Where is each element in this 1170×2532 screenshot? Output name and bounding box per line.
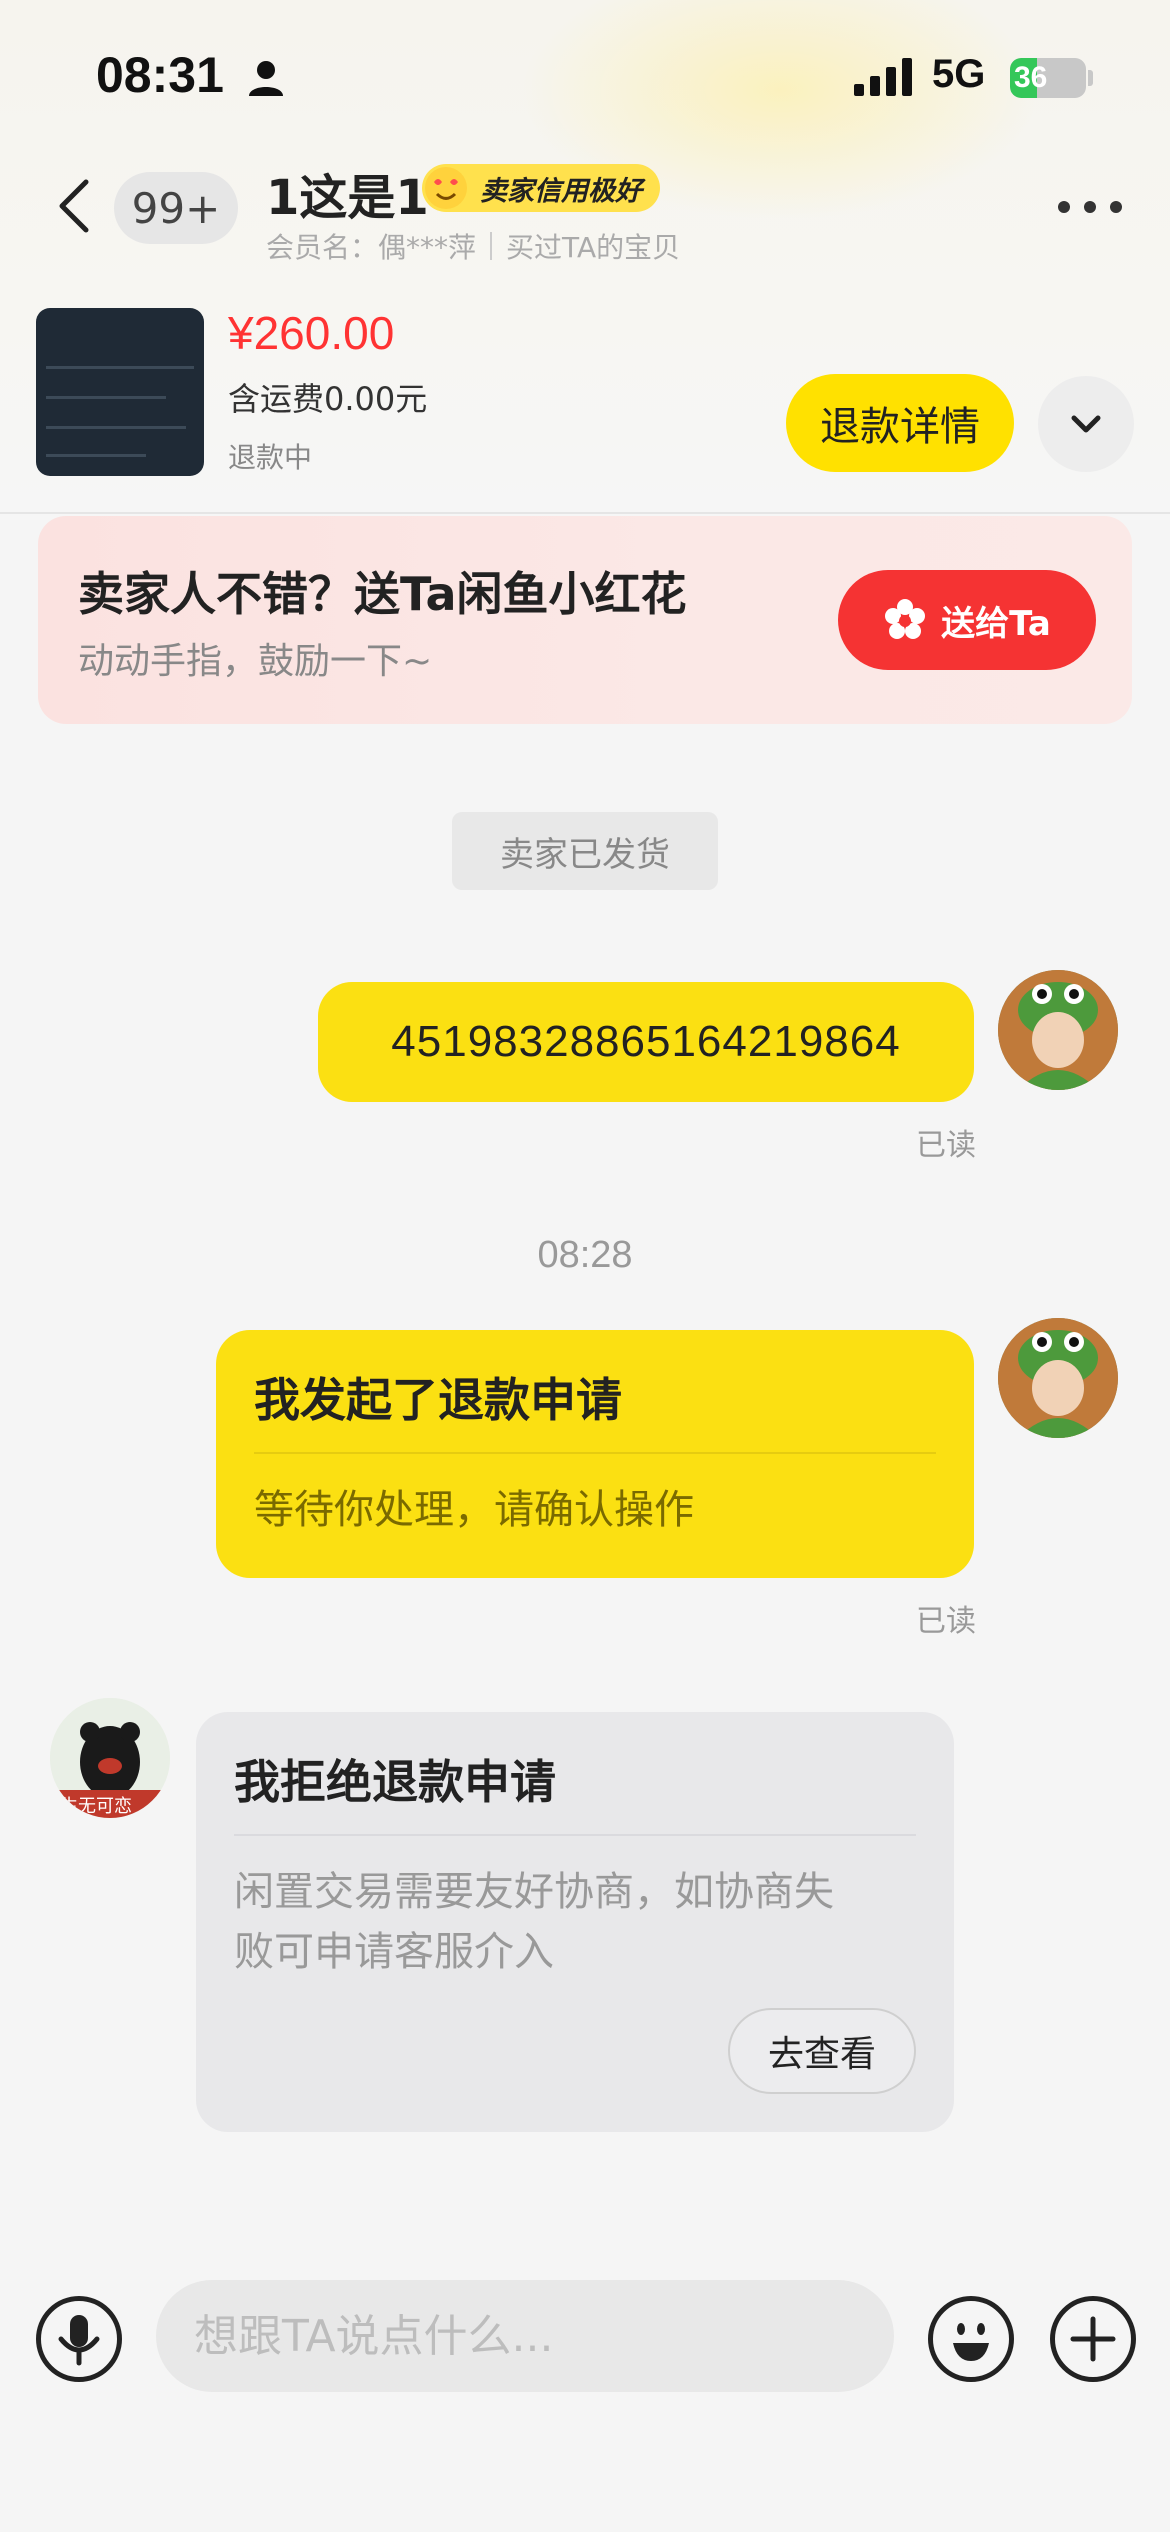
chat-title: 1这是1 — [266, 170, 429, 226]
smiley-icon — [953, 2323, 989, 2361]
time-divider: 08:28 — [537, 1234, 633, 1276]
tracking-number-bubble[interactable]: 4519832886516421986​4 — [318, 982, 974, 1102]
system-tip: 卖家已发货 — [452, 812, 718, 890]
member-info: 会员名：偶***萍 买过TA的宝贝 — [266, 226, 680, 266]
refund-card-divider — [254, 1452, 936, 1454]
flower-icon — [885, 599, 926, 639]
voice-button[interactable] — [36, 2296, 122, 2382]
send-flower-label: 送给Ta — [941, 603, 1051, 644]
battery-nub — [1088, 70, 1093, 86]
product-price: ¥260.00 — [228, 307, 395, 359]
reject-card-body-line2: 败可申请客服介入 — [234, 1929, 554, 1975]
refund-card-body: 等待你处理，请确认操作 — [254, 1487, 694, 1533]
back-button[interactable] — [44, 170, 104, 242]
member-name: 会员名：偶***萍 — [266, 231, 477, 264]
emoji-button[interactable] — [928, 2296, 1014, 2382]
avatar[interactable] — [998, 970, 1118, 1090]
ellipsis-icon[interactable] — [1056, 192, 1124, 222]
send-flower-button[interactable]: 送给Ta — [838, 570, 1096, 670]
battery-icon: 36 — [1010, 58, 1086, 98]
seller-avatar[interactable]: 生无可恋 — [50, 1698, 170, 1818]
unread-count-badge[interactable]: 99+ — [114, 172, 238, 244]
read-receipt: 已读 — [916, 1604, 976, 1639]
banner-subtitle: 动动手指，鼓励一下~ — [78, 641, 433, 682]
product-thumbnail[interactable] — [36, 308, 204, 476]
chevron-down-icon — [1071, 415, 1101, 433]
read-receipt: 已读 — [916, 1128, 976, 1163]
thumb-line — [46, 426, 186, 429]
reject-card-divider — [234, 1834, 916, 1836]
plus-icon — [1070, 2316, 1116, 2362]
banner-title: 卖家人不错？送Ta闲鱼小红花 — [78, 567, 687, 621]
expand-button[interactable] — [1038, 376, 1134, 472]
purchase-note[interactable]: 买过TA的宝贝 — [506, 226, 680, 266]
avatar-image — [998, 970, 1118, 1090]
message-input[interactable] — [156, 2280, 894, 2392]
header-divider — [0, 512, 1170, 514]
person-icon — [249, 61, 283, 96]
network-label: 5G — [932, 52, 986, 96]
chat-screen: 08:31 5G 36 99+ 1这是1 卖家信用极好 会员名：偶***萍 买过 — [0, 0, 1170, 2532]
member-divider — [490, 232, 493, 260]
plus-button[interactable] — [1050, 2296, 1136, 2382]
reject-card-title: 我拒绝退款申请 — [234, 1755, 556, 1809]
thumb-line — [46, 454, 146, 457]
thumb-line — [46, 366, 194, 369]
thumb-line — [46, 396, 166, 399]
microphone-icon — [58, 2315, 100, 2366]
status-bar: 08:31 5G 36 — [0, 0, 1170, 150]
refund-status: 退款中 — [228, 441, 313, 474]
view-button[interactable]: 去查看 — [728, 2008, 916, 2094]
reject-card-body-line1: 闲置交易需要友好协商，如协商失 — [234, 1869, 834, 1915]
status-time: 08:31 — [96, 47, 224, 103]
heart-eyes-emoji-icon — [425, 167, 467, 209]
avatar-caption: 生无可恋 — [60, 1796, 132, 1817]
shipping-fee: 含运费0.00元 — [228, 380, 428, 418]
battery-level: 36 — [1014, 61, 1048, 94]
avatar[interactable] — [998, 1318, 1118, 1438]
refund-card-title: 我发起了退款申请 — [254, 1373, 622, 1427]
avatar-image — [998, 1318, 1118, 1438]
refund-details-button[interactable]: 退款详情 — [786, 374, 1014, 472]
signal-icon — [854, 58, 912, 96]
